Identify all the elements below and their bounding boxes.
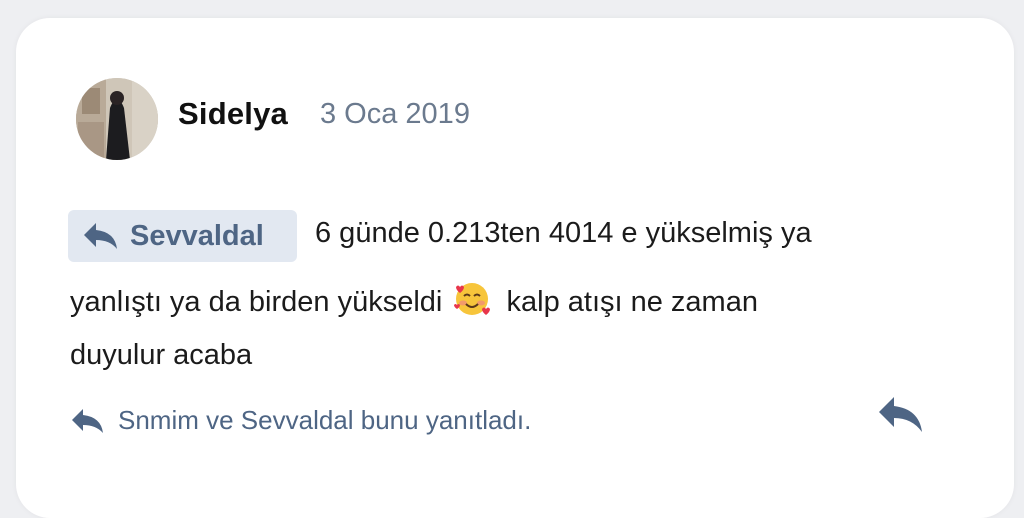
replies-summary-text: Snmim ve Sevvaldal bunu yanıtladı. [118,405,532,435]
post-text-line-2-end: kalp atışı ne zaman [506,286,758,318]
post-text-line-2: yanlıştı ya da birden yükseldi kalp atış… [70,279,758,319]
post-text-line-1: 6 günde 0.213ten 4014 e yükselmiş ya [315,217,812,249]
post-text-line-2-start: yanlıştı ya da birden yükseldi [70,286,443,318]
post-text-line-3: duyulur acaba [70,339,253,371]
mention-name: Sevvaldal [130,219,264,252]
reply-button[interactable] [876,394,926,436]
mention-chip[interactable]: Sevvaldal [68,210,297,262]
comment-card [16,18,1014,518]
reply-arrow-icon [82,221,120,251]
author-name[interactable]: Sidelya [178,96,288,132]
avatar[interactable] [76,78,158,160]
reply-arrow-icon [879,397,922,432]
post-date[interactable]: 3 Oca 2019 [320,98,470,131]
replies-summary[interactable]: Snmim ve Sevvaldal bunu yanıtladı. [70,405,531,436]
smiling-face-with-hearts-icon [452,279,492,317]
reply-arrow-icon [70,407,106,435]
